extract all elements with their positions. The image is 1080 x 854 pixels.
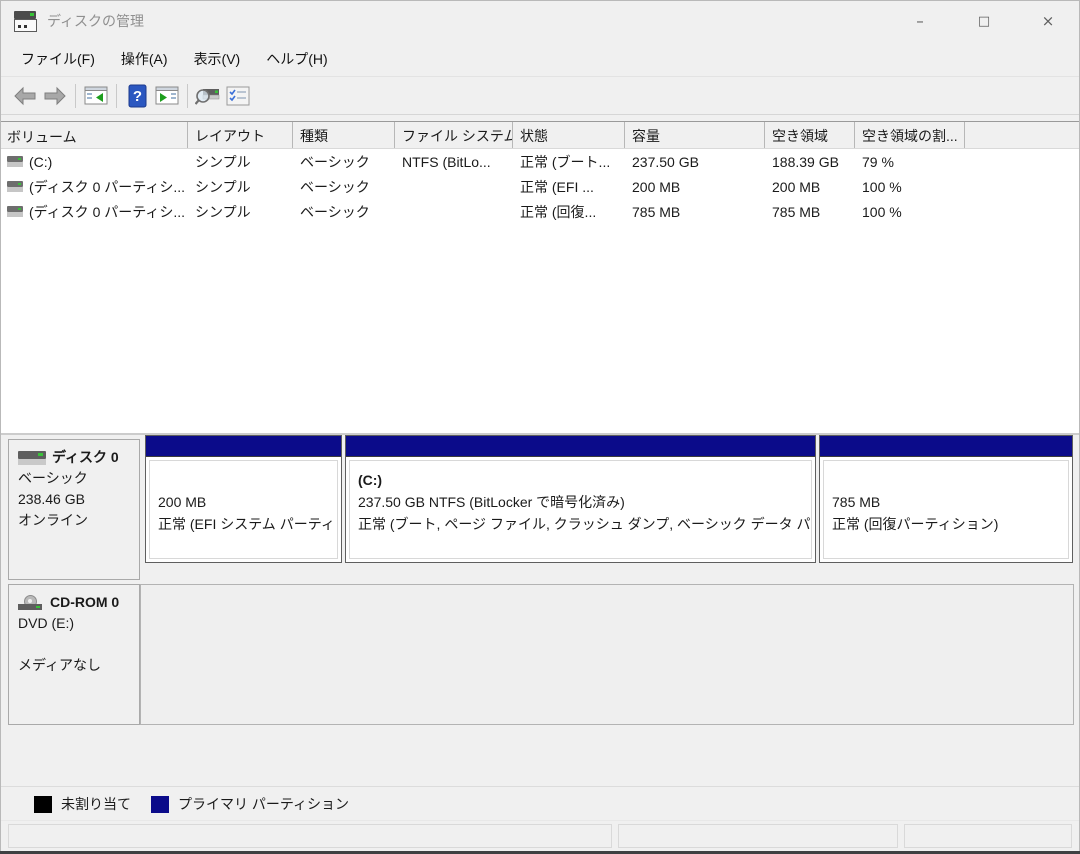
menu-file[interactable]: ファイル(F): [8, 45, 108, 73]
partition-size-line: 200 MB: [158, 494, 207, 510]
volume-list: ボリューム レイアウト 種類 ファイル システム 状態 容量 空き領域 空き領域…: [0, 121, 1080, 434]
volume-capacity: 785 MB: [632, 203, 681, 220]
volume-filesystem: NTFS (BitLo...: [402, 153, 491, 170]
volume-status: 正常 (EFI ...: [520, 178, 594, 195]
partition-status-line: 正常 (回復パーティション): [832, 516, 999, 532]
minimize-button[interactable]: –: [888, 0, 952, 42]
volume-layout: シンプル: [195, 203, 251, 220]
table-row-recovery-partition[interactable]: (ディスク 0 パーティシ... シンプル ベーシック 正常 (回復... 78…: [0, 199, 1080, 224]
volume-free-percent: 79 %: [862, 153, 894, 170]
status-pane-main: [8, 824, 612, 848]
table-row-volume-c[interactable]: (C:) シンプル ベーシック NTFS (BitLo... 正常 (ブート..…: [0, 149, 1080, 174]
column-header-filler: [965, 122, 1080, 148]
partition-status-line: 正常 (EFI システム パーティ: [158, 516, 335, 532]
window-title: ディスクの管理: [47, 13, 145, 29]
disk0-name: ディスク 0: [52, 449, 119, 465]
cdrom-panel[interactable]: CD-ROM 0 DVD (E:) メディアなし: [8, 584, 140, 725]
menu-bar: ファイル(F) 操作(A) 表示(V) ヘルプ(H): [0, 42, 1080, 76]
column-header-free-percent[interactable]: 空き領域の割...: [855, 122, 965, 148]
cdrom-icon: [18, 594, 44, 611]
partition-color-bar: [346, 436, 815, 457]
close-button[interactable]: ×: [1016, 0, 1080, 42]
volume-capacity: 200 MB: [632, 178, 681, 195]
legend-label-unallocated: 未割り当て: [61, 796, 131, 812]
partition-status-line: 正常 (ブート, ページ ファイル, クラッシュ ダンプ, ベーシック データ …: [358, 516, 812, 532]
show-console-tree-icon[interactable]: [81, 82, 111, 110]
menu-view[interactable]: 表示(V): [181, 45, 254, 73]
column-header-layout[interactable]: レイアウト: [188, 122, 293, 148]
volume-type: ベーシック: [300, 153, 370, 170]
menu-action[interactable]: 操作(A): [108, 45, 181, 73]
volume-layout: シンプル: [195, 178, 251, 195]
unallocated-swatch: [34, 795, 52, 813]
volume-capacity: 237.50 GB: [632, 153, 699, 170]
svg-text:?: ?: [132, 88, 141, 105]
volume-type: ベーシック: [300, 178, 370, 195]
cdrom-drive: DVD (E:): [18, 615, 74, 631]
disk0-status: オンライン: [18, 512, 88, 528]
column-header-free-space[interactable]: 空き領域: [765, 122, 855, 148]
partition-efi[interactable]: 200 MB 正常 (EFI システム パーティ: [145, 435, 342, 563]
help-icon[interactable]: ?: [122, 82, 152, 110]
status-pane-secondary: [618, 824, 898, 848]
status-pane-right: [904, 824, 1072, 848]
cdrom-name: CD-ROM 0: [50, 594, 120, 610]
forward-arrow-icon[interactable]: [40, 82, 70, 110]
partition-label: (C:): [358, 472, 383, 488]
hdd-volume-icon: [7, 181, 23, 192]
hdd-volume-icon: [7, 156, 23, 167]
volume-name: (ディスク 0 パーティシ...: [29, 203, 186, 220]
disk-management-app-icon: [14, 10, 38, 32]
volume-free: 200 MB: [772, 178, 821, 195]
disk-icon: [18, 450, 46, 465]
table-row-efi-partition[interactable]: (ディスク 0 パーティシ... シンプル ベーシック 正常 (EFI ... …: [0, 174, 1080, 199]
hdd-volume-icon: [7, 206, 23, 217]
volume-status: 正常 (回復...: [520, 203, 597, 220]
partition-recovery[interactable]: 785 MB 正常 (回復パーティション): [819, 435, 1073, 563]
volume-layout: シンプル: [195, 153, 251, 170]
disk0-panel[interactable]: ディスク 0 ベーシック 238.46 GB オンライン: [8, 439, 140, 580]
cdrom-status: メディアなし: [18, 657, 102, 673]
disk-magnifier-icon[interactable]: [193, 82, 223, 110]
volume-status: 正常 (ブート...: [520, 153, 611, 170]
maximize-button[interactable]: □: [952, 0, 1016, 42]
legend-bar: 未割り当て プライマリ パーティション: [0, 786, 1080, 821]
column-header-status[interactable]: 状態: [513, 122, 625, 148]
disk0-kind: ベーシック: [18, 470, 88, 486]
volume-list-header: ボリューム レイアウト 種類 ファイル システム 状態 容量 空き領域 空き領域…: [0, 122, 1080, 149]
menu-help[interactable]: ヘルプ(H): [253, 45, 340, 73]
volume-free: 188.39 GB: [772, 153, 839, 170]
cdrom-media-area[interactable]: [140, 584, 1074, 725]
volume-type: ベーシック: [300, 203, 370, 220]
partition-size-line: 237.50 GB NTFS (BitLocker で暗号化済み): [358, 494, 625, 510]
volume-name: (ディスク 0 パーティシ...: [29, 178, 186, 195]
partition-color-bar: [146, 436, 341, 457]
disk0-size: 238.46 GB: [18, 491, 85, 507]
volume-free: 785 MB: [772, 203, 821, 220]
volume-name: (C:): [29, 153, 53, 170]
partition-color-bar: [820, 436, 1072, 457]
toolbar: ?: [0, 76, 1080, 115]
volume-free-percent: 100 %: [862, 203, 902, 220]
column-header-capacity[interactable]: 容量: [625, 122, 765, 148]
show-action-pane-icon[interactable]: [152, 82, 182, 110]
volume-free-percent: 100 %: [862, 178, 902, 195]
partition-size-line: 785 MB: [832, 494, 881, 510]
properties-list-icon[interactable]: [223, 82, 253, 110]
column-header-filesystem[interactable]: ファイル システム: [395, 122, 513, 148]
legend-label-primary-partition: プライマリ パーティション: [178, 796, 350, 812]
column-header-volume[interactable]: ボリューム: [0, 122, 188, 148]
graphical-view: ディスク 0 ベーシック 238.46 GB オンライン 200 MB 正常 (…: [0, 433, 1080, 788]
primary-partition-swatch: [151, 795, 169, 813]
column-header-type[interactable]: 種類: [293, 122, 395, 148]
status-bar: [0, 820, 1080, 852]
partition-c[interactable]: (C:) 237.50 GB NTFS (BitLocker で暗号化済み) 正…: [345, 435, 816, 563]
title-bar: ディスクの管理 – □ ×: [0, 0, 1080, 42]
back-arrow-icon[interactable]: [10, 82, 40, 110]
